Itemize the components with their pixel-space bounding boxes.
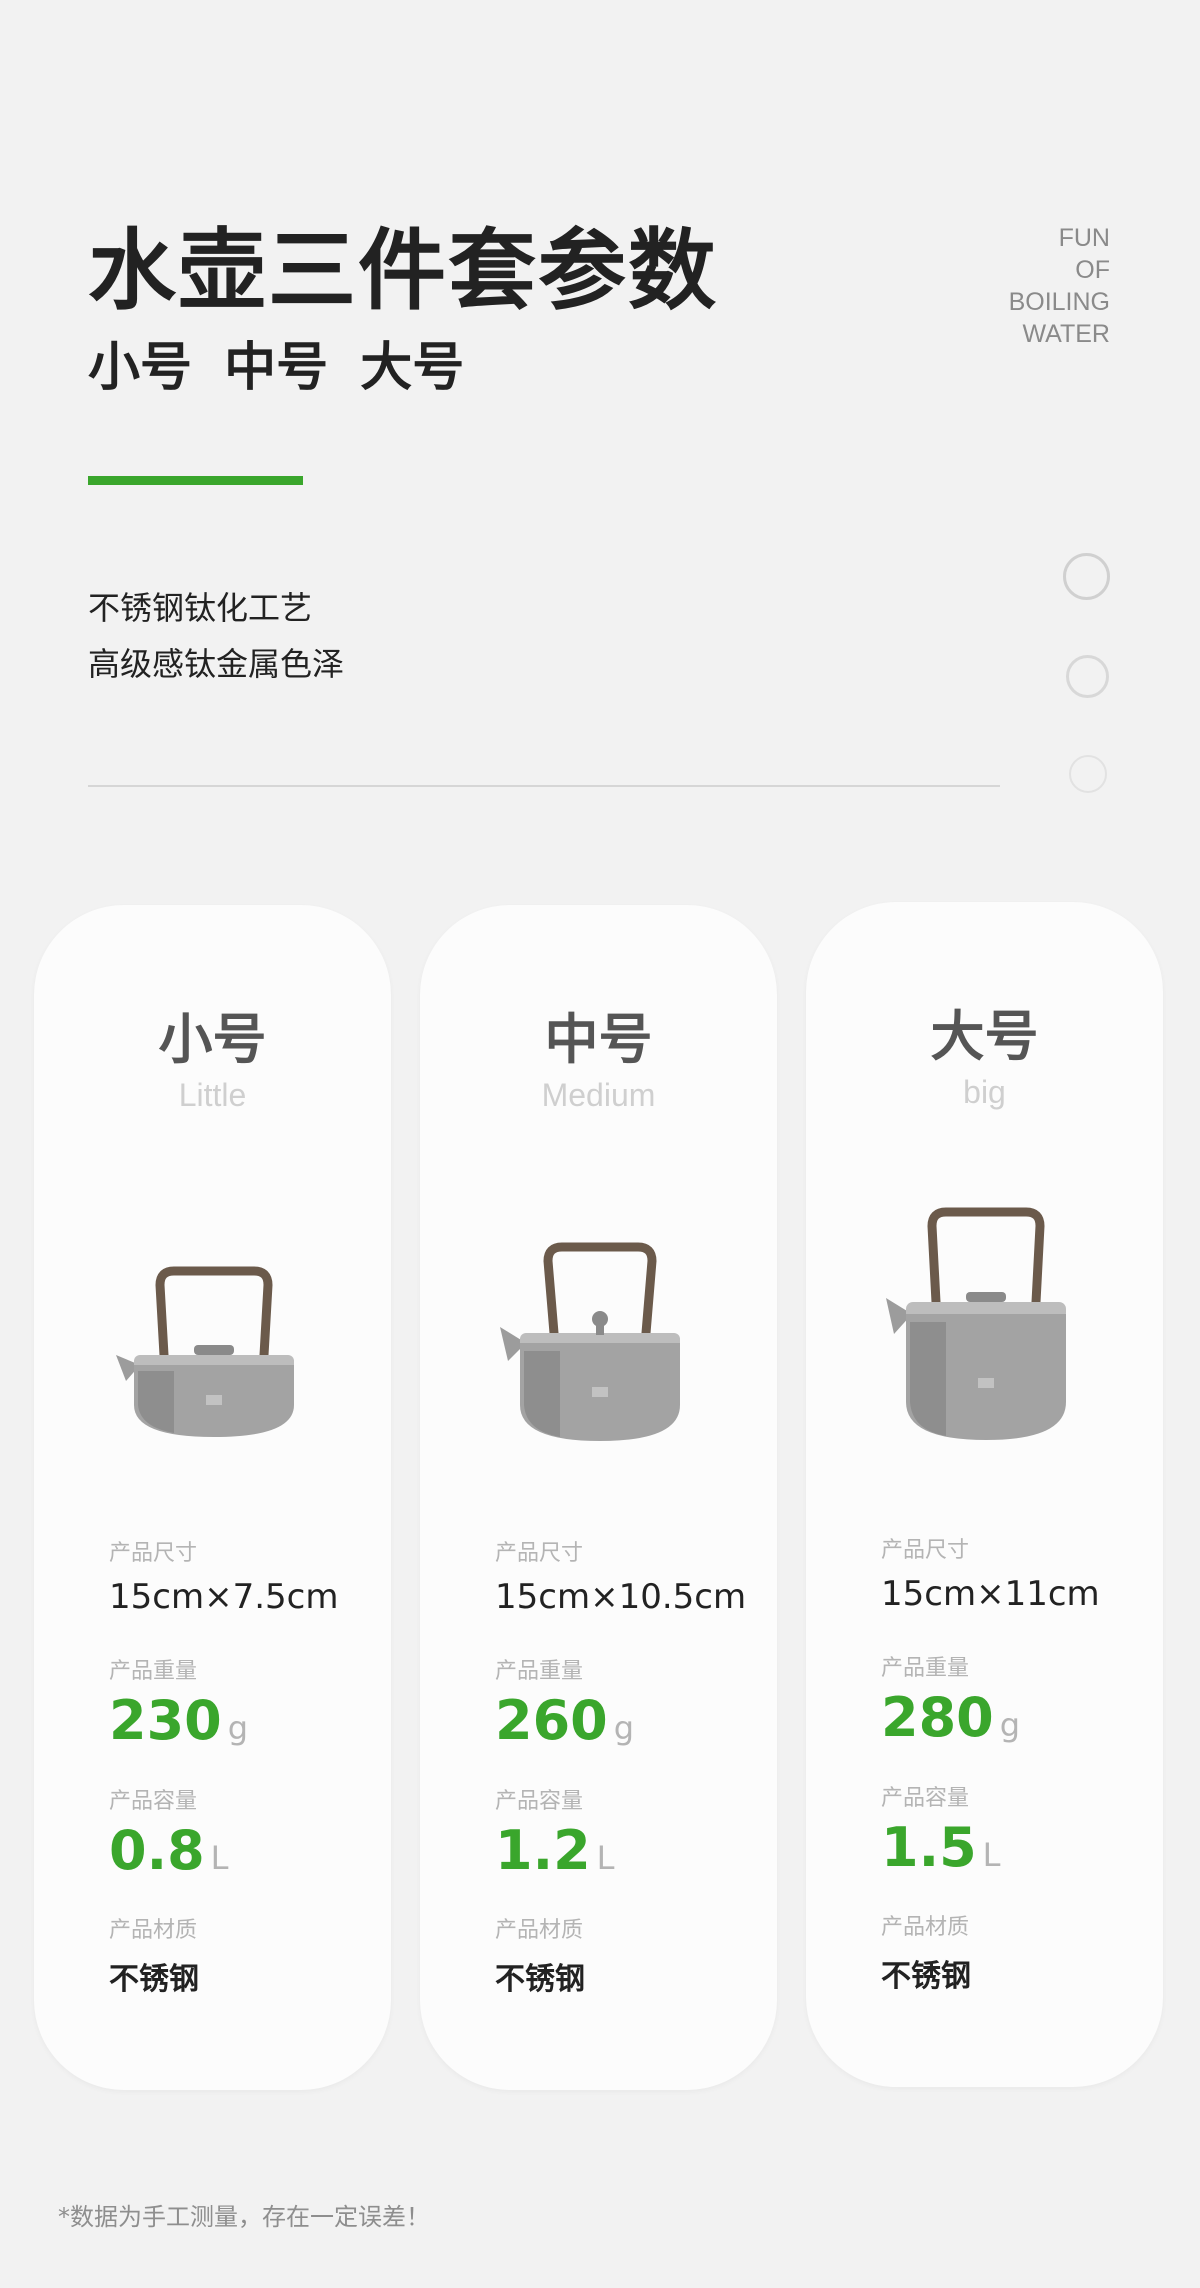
tagline: FUN OF BOILING WATER — [1009, 222, 1110, 350]
footnote: *数据为手工测量，存在一定误差！ — [58, 2203, 430, 2231]
spec-size: 产品尺寸 15cm×10.5cm — [495, 1535, 746, 1617]
spec-label: 产品尺寸 — [495, 1541, 584, 1566]
spec-unit: L — [210, 1839, 229, 1877]
description-line: 不锈钢钛化工艺 — [88, 589, 313, 627]
large-kettle-image — [886, 1207, 1066, 1440]
spec-value: 15cm×7.5cm — [109, 1577, 339, 1617]
small-kettle-image — [116, 1266, 294, 1437]
tagline-line: OF — [1075, 256, 1110, 284]
spec-label: 产品材质 — [881, 1915, 970, 1940]
medium-kettle-image — [500, 1242, 680, 1441]
description: 不锈钢钛化工艺 高级感钛金属色泽 — [88, 580, 344, 692]
spec-unit: g — [999, 1706, 1021, 1744]
divider — [88, 785, 1000, 787]
spec-value: 1.5 — [881, 1816, 977, 1879]
spec-capacity: 产品容量 1.2 L — [495, 1783, 615, 1888]
spec-label: 产品容量 — [495, 1789, 584, 1814]
spec-value: 1.2 — [495, 1819, 591, 1882]
accent-bar — [88, 476, 303, 485]
size-name: 大号 — [930, 1005, 1039, 1068]
tagline-line: FUN — [1058, 224, 1110, 252]
spec-label: 产品重量 — [109, 1659, 198, 1684]
spec-unit: g — [613, 1709, 635, 1747]
spec-weight: 产品重量 280 g — [881, 1650, 1020, 1755]
decor-circle — [1066, 655, 1109, 698]
spec-value: 0.8 — [109, 1819, 205, 1882]
spec-material: 产品材质 不锈钢 — [881, 1909, 971, 1995]
spec-capacity: 产品容量 0.8 L — [109, 1783, 229, 1888]
spec-label: 产品容量 — [109, 1789, 198, 1814]
spec-label: 产品容量 — [881, 1786, 970, 1811]
page-title: 水壶三件套参数 — [88, 219, 719, 322]
spec-unit: L — [596, 1839, 615, 1877]
decor-circle — [1063, 553, 1110, 600]
spec-capacity: 产品容量 1.5 L — [881, 1780, 1001, 1885]
decor-circle — [1069, 755, 1107, 793]
spec-material: 产品材质 不锈钢 — [109, 1912, 199, 1998]
product-card-medium: 中号 Medium 产品尺寸 15cm×10.5cm 产品重量 260 g 产品容… — [420, 905, 777, 2090]
spec-value: 不锈钢 — [495, 1962, 585, 1997]
tagline-line: WATER — [1022, 320, 1111, 348]
spec-label: 产品尺寸 — [109, 1541, 198, 1566]
page-subtitle: 小号 中号 大号 — [88, 338, 465, 398]
spec-value: 不锈钢 — [109, 1962, 199, 1997]
spec-value: 不锈钢 — [881, 1959, 971, 1994]
spec-value: 15cm×11cm — [881, 1574, 1100, 1614]
spec-label: 产品材质 — [109, 1918, 198, 1943]
spec-value: 260 — [495, 1689, 608, 1752]
spec-unit: g — [227, 1709, 249, 1747]
spec-weight: 产品重量 260 g — [495, 1653, 634, 1758]
spec-value: 15cm×10.5cm — [495, 1577, 747, 1617]
spec-label: 产品尺寸 — [881, 1538, 970, 1563]
spec-size: 产品尺寸 15cm×7.5cm — [109, 1535, 338, 1617]
size-name-en: big — [963, 1074, 1006, 1110]
size-name-en: Little — [178, 1077, 247, 1113]
size-name-en: Medium — [541, 1077, 656, 1113]
spec-label: 产品材质 — [495, 1918, 584, 1943]
spec-label: 产品重量 — [495, 1659, 584, 1684]
product-card-small: 小号 Little 产品尺寸 15cm×7.5cm 产品重量 230 g 产品容量… — [34, 905, 391, 2090]
spec-size: 产品尺寸 15cm×11cm — [881, 1532, 1100, 1614]
spec-weight: 产品重量 230 g — [109, 1653, 248, 1758]
spec-unit: L — [982, 1836, 1001, 1874]
spec-value: 280 — [881, 1686, 994, 1749]
tagline-line: BOILING — [1008, 288, 1110, 316]
size-name: 中号 — [544, 1008, 653, 1071]
size-name: 小号 — [158, 1008, 267, 1071]
spec-value: 230 — [109, 1689, 222, 1752]
product-card-large: 大号 big 产品尺寸 15cm×11cm 产品重量 280 g 产品容量 1.5… — [806, 902, 1163, 2087]
description-line: 高级感钛金属色泽 — [88, 645, 345, 683]
spec-material: 产品材质 不锈钢 — [495, 1912, 585, 1998]
spec-label: 产品重量 — [881, 1656, 970, 1681]
